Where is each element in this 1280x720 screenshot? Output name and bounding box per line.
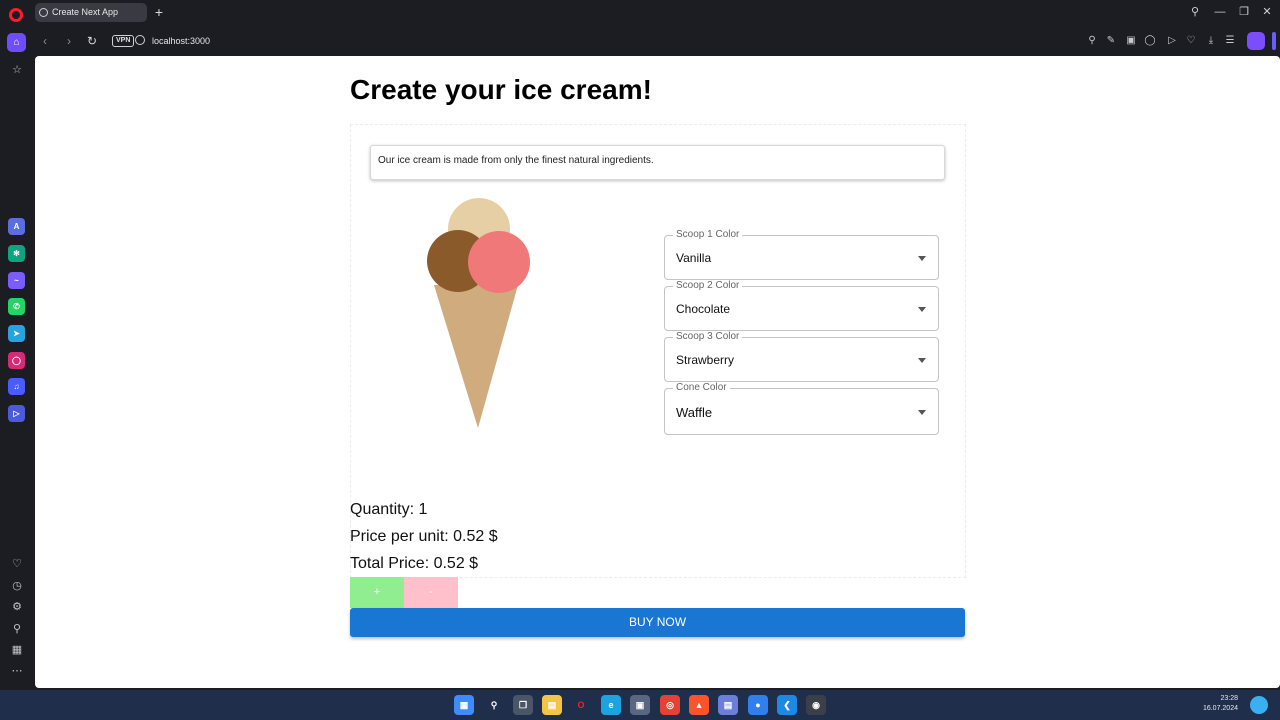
chrome-icon[interactable]: ◎ <box>660 695 680 715</box>
extensions-icon[interactable]: ▦ <box>9 642 25 658</box>
total-price-text: Total Price: 0.52 $ <box>350 555 479 572</box>
cone-color-value: Waffle <box>676 405 713 420</box>
download-icon[interactable]: ⤓ <box>1203 33 1219 49</box>
cone-color-label: Cone Color <box>673 382 730 394</box>
file-explorer-icon[interactable]: ▤ <box>542 695 562 715</box>
vpn-badge[interactable]: VPN <box>112 35 135 47</box>
url-field[interactable]: localhost:3000 <box>152 34 210 48</box>
home-icon[interactable]: ⌂ <box>7 33 26 52</box>
obs-icon[interactable]: ◉ <box>806 695 826 715</box>
instagram-icon[interactable]: ◯ <box>8 352 25 369</box>
whatsapp-icon[interactable]: ✆ <box>8 298 25 315</box>
site-info-icon[interactable] <box>135 35 145 45</box>
play-icon[interactable]: ▷ <box>1164 33 1180 49</box>
heart-icon[interactable]: ♡ <box>9 556 25 572</box>
edit-icon[interactable]: ✎ <box>1103 33 1119 49</box>
page-viewport: Create your ice cream! Our ice cream is … <box>35 56 1280 688</box>
menu-icon[interactable]: ☰ <box>1222 33 1238 49</box>
chevron-down-icon <box>918 306 926 312</box>
chevron-down-icon <box>918 409 926 415</box>
scoop-1-color-value: Vanilla <box>676 251 712 265</box>
vscode-icon[interactable]: ❮ <box>777 695 797 715</box>
clock-date: 16.07.2024 <box>1202 705 1238 712</box>
brave-icon[interactable]: ▲ <box>689 695 709 715</box>
browser-sidebar: ⌂ ☆ A ✻ ~ ✆ ➤ ◯ ♫ ▷ ♡ ◷ ⚙ ⚲ ▦ ⋯ <box>0 26 33 690</box>
settings-icon[interactable]: ⚙ <box>9 599 25 615</box>
buy-now-button[interactable]: BUY NOW <box>350 608 965 637</box>
scoop-3-color-value: Strawberry <box>676 353 735 367</box>
scoop-3-color-label: Scoop 3 Color <box>673 331 743 343</box>
quantity-text: Quantity: 1 <box>350 501 428 518</box>
opera-logo-icon[interactable] <box>9 8 23 22</box>
back-icon[interactable]: ‹ <box>37 33 53 49</box>
star-icon[interactable]: ☆ <box>9 62 25 78</box>
more-icon[interactable]: ⋯ <box>9 663 25 679</box>
search-icon[interactable]: ⚲ <box>484 695 504 715</box>
camera-icon[interactable]: ▣ <box>1123 33 1139 49</box>
clock-time: 23:28 <box>1220 695 1238 702</box>
scoop-2-color-value: Chocolate <box>676 302 731 316</box>
chevron-down-icon <box>918 357 926 363</box>
scoop-3-color-select[interactable]: Scoop 3 Color Strawberry <box>664 331 939 382</box>
scrollbar[interactable] <box>1272 32 1276 50</box>
notepad-icon[interactable]: ▤ <box>718 695 738 715</box>
reload-icon[interactable]: ↻ <box>84 33 100 49</box>
ice-cream-illustration <box>427 198 530 428</box>
info-banner: Our ice cream is made from only the fine… <box>370 145 945 180</box>
clock[interactable]: 23:28 16.07.2024 <box>1196 694 1238 714</box>
start-icon[interactable]: ▦ <box>454 695 474 715</box>
opera-icon[interactable]: O <box>571 695 591 715</box>
video-icon[interactable]: ▷ <box>8 405 25 422</box>
scoop-2-color-label: Scoop 2 Color <box>673 280 743 292</box>
increase-quantity-button[interactable]: + <box>350 577 404 608</box>
browser-tab[interactable]: Create Next App <box>35 3 147 22</box>
telegram-icon[interactable]: ➤ <box>8 325 25 342</box>
tab-title: Create Next App <box>52 7 119 17</box>
scoop-2-color-select[interactable]: Scoop 2 Color Chocolate <box>664 280 939 331</box>
player-icon[interactable]: ♫ <box>8 378 25 395</box>
info-text: Our ice cream is made from only the fine… <box>378 155 654 166</box>
app-icon[interactable]: ● <box>748 695 768 715</box>
edge-icon[interactable]: e <box>601 695 621 715</box>
page-title: Create your ice cream! <box>350 74 652 105</box>
address-bar: ‹ › ↻ VPN localhost:3000 ⚲ ✎ ▣ ◯ ▷ ♡ ⤓ ☰ <box>32 28 1280 54</box>
zoom-icon[interactable]: ⚲ <box>1084 33 1100 49</box>
browser-titlebar: Create Next App + ⚲ — ❐ ✕ <box>0 0 1280 26</box>
forward-icon[interactable]: › <box>61 33 77 49</box>
bulb-icon[interactable]: ⚲ <box>9 621 25 637</box>
profile-icon[interactable] <box>1247 32 1265 50</box>
close-window-icon[interactable]: ✕ <box>1259 4 1275 20</box>
widgets-icon[interactable] <box>1250 696 1268 714</box>
aria-icon[interactable]: A <box>8 218 25 235</box>
search-tabs-icon[interactable]: ⚲ <box>1187 4 1203 20</box>
task-view-icon[interactable]: ❐ <box>513 695 533 715</box>
minimize-icon[interactable]: — <box>1212 4 1228 20</box>
restore-icon[interactable]: ❐ <box>1236 4 1252 20</box>
shield-icon[interactable]: ◯ <box>1142 33 1158 49</box>
scoop-1-color-label: Scoop 1 Color <box>673 229 743 241</box>
scoop-3-shape <box>468 231 530 293</box>
history-icon[interactable]: ◷ <box>9 578 25 594</box>
globe-icon <box>39 8 48 17</box>
messenger-icon[interactable]: ~ <box>8 272 25 289</box>
store-icon[interactable]: ▣ <box>630 695 650 715</box>
decrease-quantity-button[interactable]: - <box>404 577 458 608</box>
chevron-down-icon <box>918 255 926 261</box>
cone-color-select[interactable]: Cone Color Waffle <box>664 382 939 435</box>
cone-shape <box>434 285 518 428</box>
windows-taskbar: ▦ ⚲ ❐ ▤ O e ▣ ◎ ▲ ▤ ● ❮ ◉ 23:28 16.07.20… <box>0 690 1280 720</box>
new-tab-button[interactable]: + <box>151 4 167 20</box>
heart-icon[interactable]: ♡ <box>1183 33 1199 49</box>
scoop-1-color-select[interactable]: Scoop 1 Color Vanilla <box>664 229 939 280</box>
chatgpt-icon[interactable]: ✻ <box>8 245 25 262</box>
price-per-unit-text: Price per unit: 0.52 $ <box>350 528 498 545</box>
